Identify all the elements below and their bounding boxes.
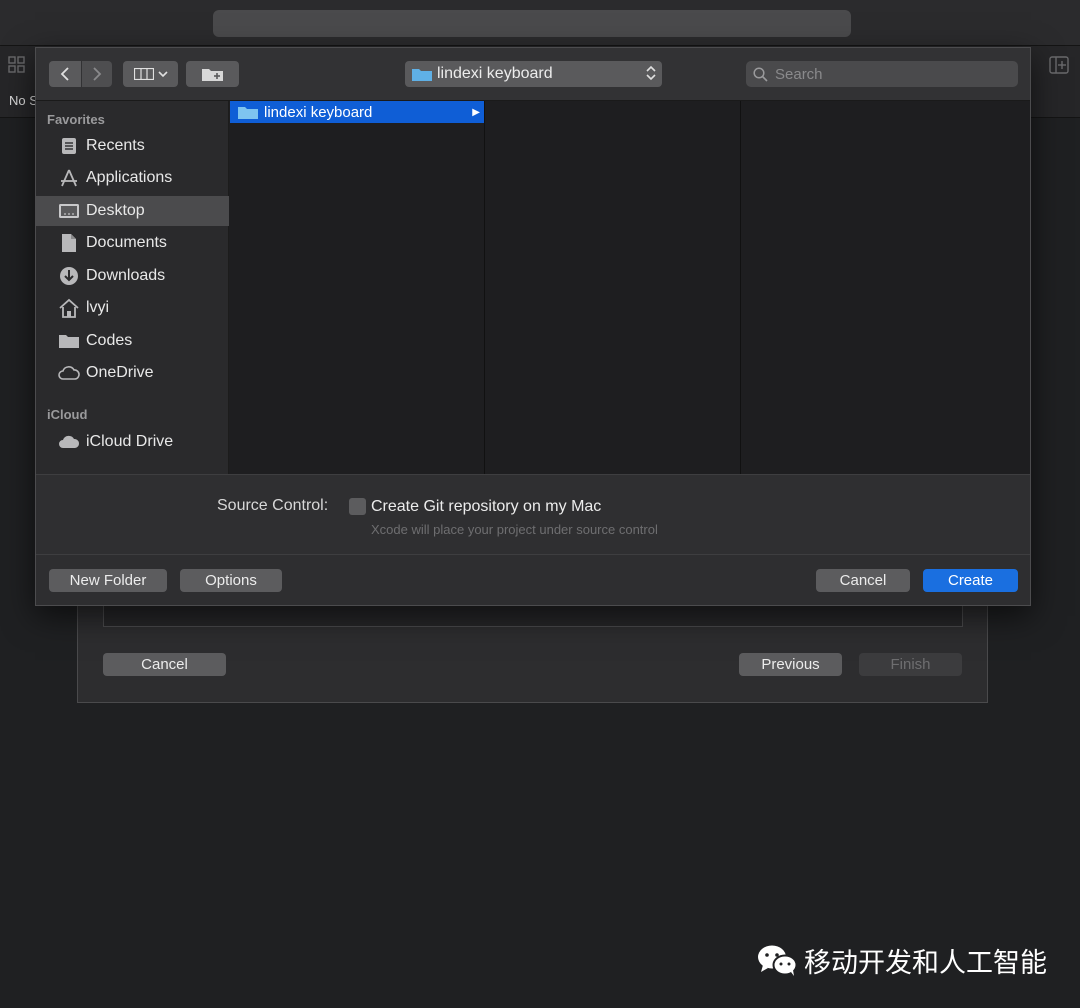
disclosure-arrow-icon: ▶: [472, 106, 480, 118]
sidebar-item-label: Desktop: [86, 202, 145, 219]
wizard-previous-button[interactable]: Previous: [739, 653, 842, 676]
path-popup[interactable]: lindexi keyboard: [405, 61, 662, 87]
recents-icon: [58, 136, 80, 156]
sidebar-item-label: Downloads: [86, 267, 166, 284]
options-button[interactable]: Options: [180, 569, 282, 592]
search-field[interactable]: Search: [746, 61, 1018, 87]
sidebar-item-recents[interactable]: Recents: [36, 131, 229, 161]
browser-item-label: lindexi keyboard: [264, 103, 373, 121]
create-button[interactable]: Create: [923, 569, 1018, 592]
forward-button: [82, 61, 112, 87]
sidebar-item-desktop[interactable]: Desktop: [36, 196, 229, 226]
panel-footer: New Folder Options Cancel Create: [36, 555, 1030, 605]
up-down-arrows-icon: [646, 65, 656, 81]
grid-icon[interactable]: [8, 56, 26, 74]
downloads-icon: [58, 266, 80, 286]
sidebar-item-icloud-drive[interactable]: iCloud Drive: [36, 427, 229, 457]
sidebar-item-downloads[interactable]: Downloads: [36, 261, 229, 291]
new-folder-icon: [201, 69, 223, 81]
sidebar-item-label: OneDrive: [86, 364, 154, 381]
sidebar-item-label: lvyi: [86, 299, 110, 316]
chevron-left-icon: [60, 67, 69, 81]
wizard-finish-button: Finish: [859, 653, 962, 676]
column-browser[interactable]: lindexi keyboard ▶: [229, 101, 1030, 474]
folder-icon: [238, 105, 258, 119]
xcode-toolbar: [0, 0, 1080, 46]
chevron-down-icon: [157, 71, 168, 78]
no-selection-label: No S: [9, 93, 38, 108]
icloud-icon: [58, 432, 80, 452]
add-editor-icon[interactable]: [1049, 56, 1069, 74]
sidebar-heading-icloud: iCloud: [47, 407, 88, 422]
sidebar-item-lvyi[interactable]: lvyi: [36, 293, 229, 323]
search-icon: [753, 67, 768, 82]
folder-icon: [58, 331, 80, 351]
source-control-accessory: Source Control: Create Git repository on…: [36, 474, 1030, 555]
path-popup-label: lindexi keyboard: [437, 65, 553, 82]
desktop-icon: [58, 201, 80, 221]
new-folder-toolbar-button[interactable]: [186, 61, 239, 87]
column-divider[interactable]: [484, 101, 485, 474]
column-view-icon: [133, 68, 154, 80]
browser-item-folder[interactable]: lindexi keyboard ▶: [230, 101, 484, 123]
sidebar-item-onedrive[interactable]: OneDrive: [36, 358, 229, 388]
chevron-right-icon: [93, 67, 102, 81]
wechat-icon: [758, 945, 798, 976]
save-panel: lindexi keyboard Search Favorites Recent…: [35, 47, 1031, 606]
documents-icon: [58, 233, 80, 253]
sidebar-item-documents[interactable]: Documents: [36, 228, 229, 258]
cancel-button[interactable]: Cancel: [816, 569, 910, 592]
git-repository-checkbox-label[interactable]: Create Git repository on my Mac: [371, 498, 601, 516]
xcode-activity-view: [213, 10, 851, 37]
sidebar-item-label: Applications: [86, 169, 173, 186]
git-repository-checkbox[interactable]: [349, 498, 366, 515]
back-button[interactable]: [49, 61, 81, 87]
sidebar-item-codes[interactable]: Codes: [36, 326, 229, 356]
view-mode-button[interactable]: [123, 61, 178, 87]
new-folder-button[interactable]: New Folder: [49, 569, 167, 592]
sidebar-item-label: Codes: [86, 332, 133, 349]
watermark-text: 移动开发和人工智能: [804, 947, 1047, 978]
wizard-cancel-button[interactable]: Cancel: [103, 653, 226, 676]
home-icon: [58, 298, 80, 318]
folder-icon: [412, 69, 432, 81]
applications-icon: [58, 168, 80, 188]
watermark: 移动开发和人工智能: [756, 940, 1047, 980]
source-control-help-text: Xcode will place your project under sour…: [371, 522, 658, 537]
sidebar-item-applications[interactable]: Applications: [36, 163, 229, 193]
source-control-label: Source Control:: [217, 497, 329, 514]
sidebar-heading-favorites: Favorites: [47, 112, 105, 127]
sidebar-item-label: Documents: [86, 234, 167, 251]
sidebar-item-label: Recents: [86, 137, 145, 154]
column-divider[interactable]: [740, 101, 741, 474]
search-placeholder: Search: [775, 66, 823, 83]
sidebar-item-label: iCloud Drive: [86, 433, 174, 450]
sidebar: Favorites Recents Applications Desktop D…: [36, 101, 229, 474]
panel-toolbar: lindexi keyboard Search: [36, 48, 1030, 101]
cloud-icon: [58, 363, 80, 383]
